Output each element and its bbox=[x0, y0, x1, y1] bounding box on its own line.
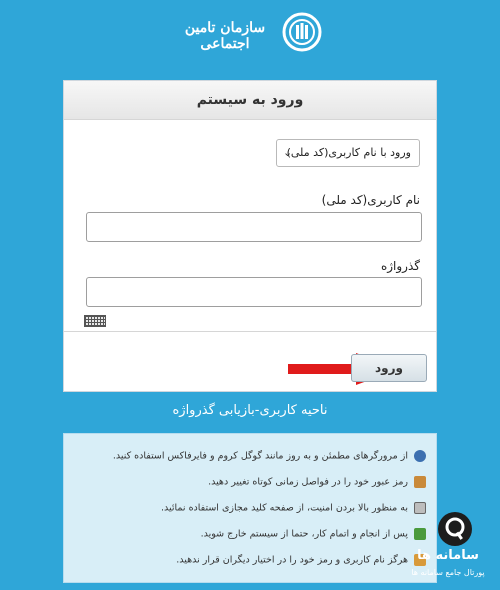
virtual-keyboard-icon[interactable] bbox=[84, 315, 106, 327]
watermark-title: سامانه ها bbox=[417, 548, 479, 563]
org-name: سازمان تامین اجتماعی bbox=[184, 20, 266, 52]
organization-logo-icon bbox=[282, 12, 322, 52]
site-watermark: سامانه ها پورتال جامع سامانه ها bbox=[398, 512, 498, 588]
watermark-logo-icon bbox=[438, 512, 472, 546]
tip-text: از مرورگرهای مطمئن و به روز مانند گوگل ک… bbox=[112, 450, 408, 462]
login-button[interactable]: ورود bbox=[351, 354, 427, 382]
tip-item: پس از انجام و اتمام کار، حتما از سیستم خ… bbox=[86, 528, 426, 540]
tip-item: هرگز نام کاربری و رمز خود را در اختیار د… bbox=[86, 554, 426, 566]
username-input[interactable] bbox=[86, 212, 422, 242]
tip-text: به منظور بالا بردن امنیت، از صفحه کلید م… bbox=[161, 502, 408, 514]
tip-text: رمز عبور خود را در فواصل زمانی کوتاه تغی… bbox=[208, 476, 408, 488]
login-panel: ورود به سیستم ورود با نام کاربری(کد ملی)… bbox=[63, 80, 437, 392]
password-input[interactable] bbox=[86, 277, 422, 307]
chevron-down-icon: ⌄ bbox=[283, 146, 293, 159]
tip-item: رمز عبور خود را در فواصل زمانی کوتاه تغی… bbox=[86, 476, 426, 488]
username-label: نام کاربری(کد ملی) bbox=[321, 193, 420, 207]
password-recovery-link[interactable]: ناحیه کاربری-بازیابی گذرواژه bbox=[140, 403, 360, 418]
password-label: گذرواژه bbox=[380, 259, 420, 273]
password-change-icon bbox=[414, 476, 426, 488]
tip-item: به منظور بالا بردن امنیت، از صفحه کلید م… bbox=[86, 502, 426, 514]
login-method-value: ورود با نام کاربری(کد ملی) bbox=[286, 146, 411, 159]
tip-text: هرگز نام کاربری و رمز خود را در اختیار د… bbox=[176, 554, 408, 566]
header: سازمان تامین اجتماعی bbox=[0, 0, 500, 70]
login-title: ورود به سیستم bbox=[64, 81, 436, 120]
tip-text: پس از انجام و اتمام کار، حتما از سیستم خ… bbox=[200, 528, 408, 540]
watermark-subtitle: پورتال جامع سامانه ها bbox=[411, 568, 485, 577]
login-method-select[interactable]: ورود با نام کاربری(کد ملی) ⌄ bbox=[276, 139, 420, 167]
divider bbox=[64, 331, 436, 332]
tip-item: از مرورگرهای مطمئن و به روز مانند گوگل ک… bbox=[86, 450, 426, 462]
security-tips-panel: از مرورگرهای مطمئن و به روز مانند گوگل ک… bbox=[63, 433, 437, 583]
browser-icon bbox=[414, 450, 426, 462]
